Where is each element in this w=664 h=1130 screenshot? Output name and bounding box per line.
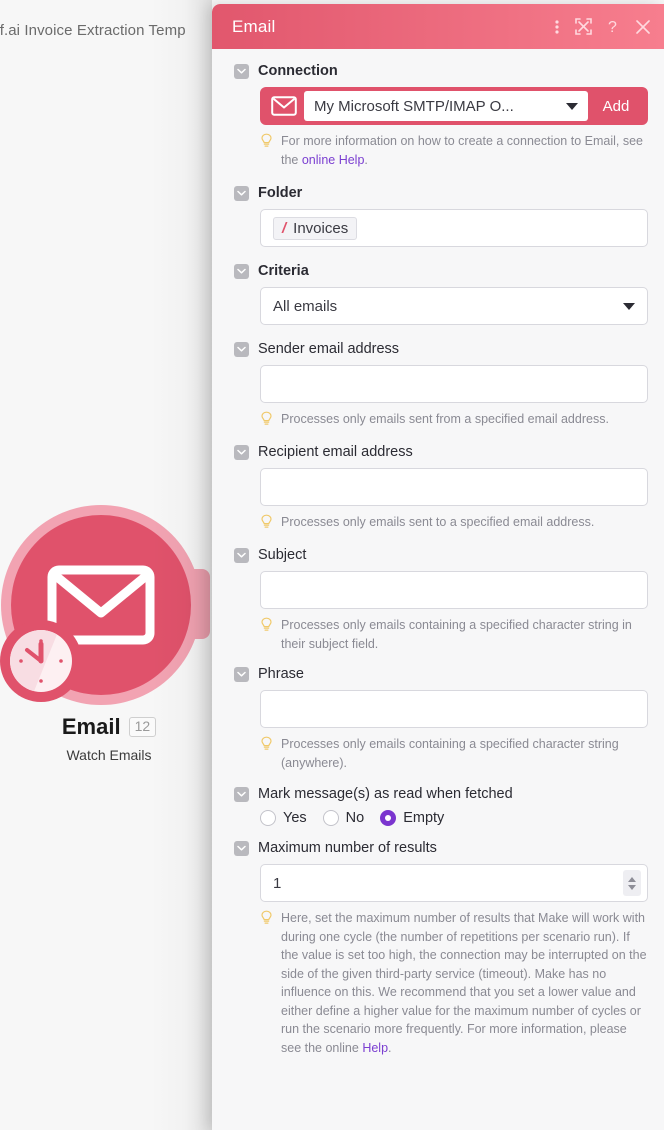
online-help-link[interactable]: online Help xyxy=(302,153,365,167)
chevron-down-icon[interactable] xyxy=(234,444,249,460)
chevron-down-icon[interactable] xyxy=(234,547,249,563)
lightbulb-icon xyxy=(260,133,273,169)
chevron-down-icon[interactable] xyxy=(234,263,249,279)
field-label-recipient: Recipient email address xyxy=(258,444,413,460)
radio-label-yes: Yes xyxy=(283,810,307,826)
folder-input[interactable]: / Invoices xyxy=(260,209,648,247)
scenario-canvas: tif.ai Invoice Extraction Temp Email 12 … xyxy=(0,0,240,1130)
envelope-icon xyxy=(264,96,304,116)
folder-chip-value: Invoices xyxy=(293,219,349,237)
field-phrase: Phrase Processes only emails containing … xyxy=(234,666,648,772)
connection-value: My Microsoft SMTP/IMAP O... xyxy=(314,97,514,115)
panel-body: Connection My Microsoft SMTP/IMAP O... A… xyxy=(212,49,664,1130)
radio-icon xyxy=(260,810,276,826)
module-badge: 12 xyxy=(128,717,157,737)
add-connection-button[interactable]: Add xyxy=(588,98,644,115)
mark-read-radio-group: Yes No Empty xyxy=(234,810,648,826)
hint-max-results: Here, set the maximum number of results … xyxy=(234,909,648,1057)
field-label-mark-read: Mark message(s) as read when fetched xyxy=(258,786,513,802)
chevron-down-icon xyxy=(623,302,635,310)
module-title: Email 12 xyxy=(0,714,226,740)
chevron-down-icon[interactable] xyxy=(234,185,249,201)
svg-text:?: ? xyxy=(608,19,617,35)
recipient-email-input[interactable] xyxy=(260,468,648,506)
hint-text-sender: Processes only emails sent from a specif… xyxy=(281,412,609,426)
hint-text-subject: Processes only emails containing a speci… xyxy=(281,618,632,651)
field-mark-read: Mark message(s) as read when fetched Yes… xyxy=(234,786,648,826)
radio-icon xyxy=(322,810,339,826)
hint-text-connection: For more information on how to create a … xyxy=(281,134,643,167)
field-label-subject: Subject xyxy=(258,547,307,563)
field-sender: Sender email address Processes only emai… xyxy=(234,341,648,431)
field-connection: Connection My Microsoft SMTP/IMAP O... A… xyxy=(234,63,648,169)
radio-icon-selected xyxy=(380,810,397,826)
chevron-down-icon[interactable] xyxy=(234,63,249,79)
radio-option-yes[interactable]: Yes xyxy=(260,810,307,826)
lightbulb-icon xyxy=(260,736,273,772)
panel-title: Email xyxy=(232,16,276,36)
module-node-email[interactable]: Email 12 Watch Emails xyxy=(0,495,226,763)
radio-label-empty: Empty xyxy=(403,810,445,826)
field-subject: Subject Processes only emails containing… xyxy=(234,547,648,653)
field-label-sender: Sender email address xyxy=(258,341,400,357)
radio-option-empty[interactable]: Empty xyxy=(380,810,444,826)
panel-header: Email ? xyxy=(212,4,664,49)
phrase-input[interactable] xyxy=(260,690,648,728)
field-recipient: Recipient email address Processes only e… xyxy=(234,444,648,534)
connection-row: My Microsoft SMTP/IMAP O... Add xyxy=(260,87,648,125)
module-settings-panel: Email ? Connection My Microsoft SMTP/IMA… xyxy=(212,4,664,1130)
chevron-down-icon[interactable] xyxy=(234,341,249,357)
field-label-folder: Folder xyxy=(258,185,303,201)
folder-chip-prefix: / xyxy=(282,219,287,237)
stepper-down-icon[interactable] xyxy=(628,884,636,890)
hint-text-recipient: Processes only emails sent to a specifie… xyxy=(281,515,595,529)
connection-select[interactable]: My Microsoft SMTP/IMAP O... xyxy=(304,91,588,121)
max-results-input[interactable]: 1 xyxy=(260,864,648,902)
chevron-down-icon[interactable] xyxy=(234,840,249,856)
hint-connection: For more information on how to create a … xyxy=(260,132,648,169)
module-subtitle: Watch Emails xyxy=(66,747,152,763)
field-criteria: Criteria All emails xyxy=(234,263,648,325)
more-options-icon[interactable] xyxy=(555,19,559,35)
quantity-stepper[interactable] xyxy=(623,870,641,896)
clock-icon xyxy=(0,620,82,702)
sender-email-input[interactable] xyxy=(260,365,648,403)
field-folder: Folder / Invoices xyxy=(234,185,648,247)
hint-text-phrase: Processes only emails containing a speci… xyxy=(281,737,619,770)
stepper-up-icon[interactable] xyxy=(628,876,636,882)
hint-recipient: Processes only emails sent to a specifie… xyxy=(234,513,648,534)
chevron-down-icon[interactable] xyxy=(234,666,249,682)
subject-input[interactable] xyxy=(260,571,648,609)
field-label-criteria: Criteria xyxy=(258,263,309,279)
lightbulb-icon xyxy=(260,411,273,431)
hint-subject: Processes only emails containing a speci… xyxy=(234,616,648,653)
criteria-value: All emails xyxy=(273,297,338,315)
field-max-results: Maximum number of results 1 Here, set th… xyxy=(234,840,648,1057)
radio-label-no: No xyxy=(345,810,365,826)
max-results-value: 1 xyxy=(273,874,282,892)
hint-phrase: Processes only emails containing a speci… xyxy=(234,735,648,772)
field-label-phrase: Phrase xyxy=(258,666,304,682)
lightbulb-icon xyxy=(260,910,273,1057)
folder-chip[interactable]: / Invoices xyxy=(273,216,358,240)
help-icon[interactable]: ? xyxy=(608,18,620,35)
expand-icon[interactable] xyxy=(575,18,592,35)
chevron-down-icon xyxy=(566,102,578,110)
hint-sender: Processes only emails sent from a specif… xyxy=(234,410,648,431)
field-label-connection: Connection xyxy=(258,63,338,79)
close-icon[interactable] xyxy=(636,19,650,34)
chevron-down-icon[interactable] xyxy=(234,786,249,802)
radio-option-no[interactable]: No xyxy=(322,810,365,826)
hint-text-max-results: Here, set the maximum number of results … xyxy=(281,911,647,1055)
breadcrumb: tif.ai Invoice Extraction Temp xyxy=(0,22,186,39)
help-link[interactable]: Help xyxy=(362,1041,388,1055)
module-name: Email xyxy=(61,714,121,739)
lightbulb-icon xyxy=(260,514,273,534)
criteria-select[interactable]: All emails xyxy=(260,287,648,325)
lightbulb-icon xyxy=(260,617,273,653)
field-label-max-results: Maximum number of results xyxy=(258,840,437,856)
